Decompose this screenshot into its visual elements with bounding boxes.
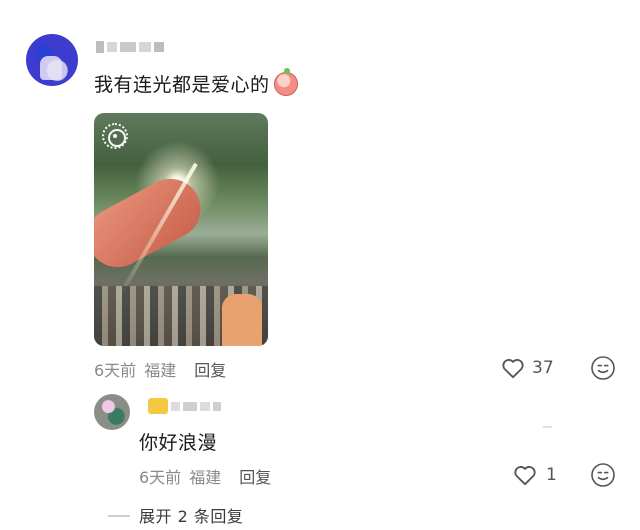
reply-meta: 6天前 福建 回复 xyxy=(139,464,271,488)
reply-name-blurred[interactable] xyxy=(148,398,221,414)
reply-like-button[interactable]: 1 xyxy=(512,462,557,488)
comment-meta: 6天前 福建 回复 xyxy=(94,357,226,381)
comment-time: 6天前 xyxy=(94,361,137,380)
reply-avatar[interactable] xyxy=(94,394,130,430)
reply-text: 你好浪漫 xyxy=(139,432,218,454)
comment-text-label: 我有连光都是爱心的 xyxy=(94,74,270,96)
commenter-name-blurred[interactable] xyxy=(96,40,170,54)
reply-location: 福建 xyxy=(189,468,222,487)
comment-like-count: 37 xyxy=(532,358,554,378)
expand-divider xyxy=(108,515,130,517)
divider-mark xyxy=(543,426,552,428)
heart-outline-icon xyxy=(502,359,524,379)
reply-time: 6天前 xyxy=(139,468,182,487)
reply-to-reply-button[interactable]: 回复 xyxy=(239,464,271,488)
reply-like-count: 1 xyxy=(546,465,557,485)
commenter-avatar[interactable] xyxy=(26,34,78,86)
smiley-face-icon[interactable] xyxy=(590,355,616,381)
comment-text: 我有连光都是爱心的 xyxy=(94,67,298,97)
comment-like-button[interactable]: 37 xyxy=(500,355,554,381)
comment-location: 福建 xyxy=(144,361,177,380)
heart-outline-icon xyxy=(514,466,536,486)
live-photo-icon xyxy=(102,123,128,149)
reply-button[interactable]: 回复 xyxy=(194,357,226,381)
peach-face-emoji-icon xyxy=(273,67,298,96)
comment-photo[interactable] xyxy=(94,113,268,346)
expand-replies-button[interactable]: 展开 2 条回复 xyxy=(139,503,243,527)
smiley-face-icon[interactable] xyxy=(590,462,616,488)
